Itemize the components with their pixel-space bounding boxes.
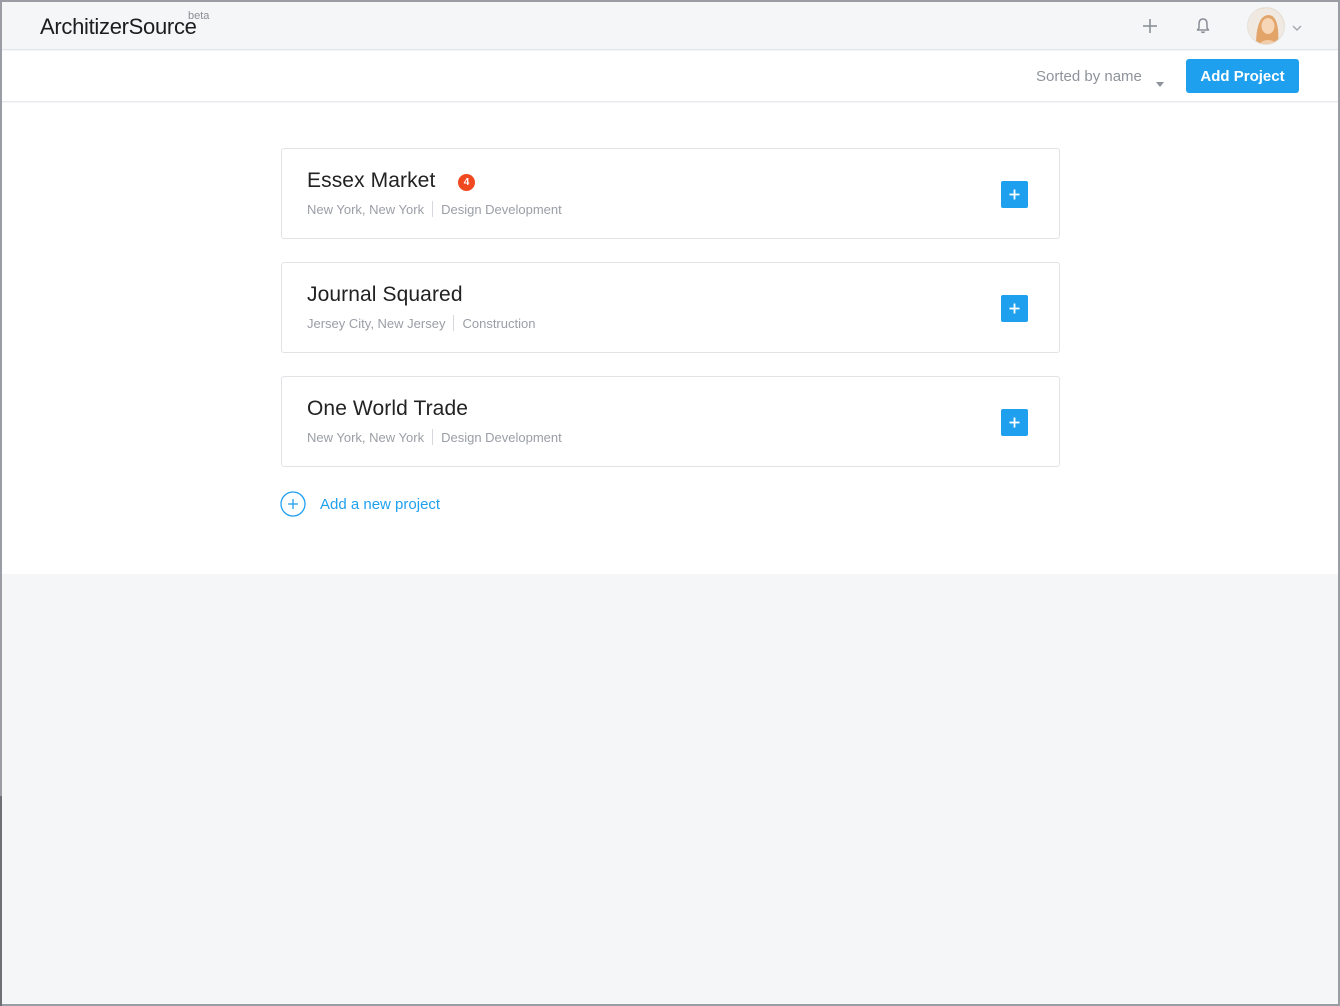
chevron-down-icon[interactable]	[1291, 20, 1303, 31]
project-list: Essex Market 4 New York, New York Design…	[2, 103, 1338, 574]
project-meta: Jersey City, New Jersey Construction	[307, 315, 535, 331]
add-to-project-button[interactable]	[1001, 295, 1028, 322]
project-meta: New York, New York Design Development	[307, 201, 562, 217]
meta-divider	[453, 315, 455, 331]
meta-divider	[432, 429, 434, 445]
project-title[interactable]: Journal Squared	[307, 283, 463, 307]
bell-icon[interactable]	[1192, 15, 1214, 37]
sort-dropdown[interactable]: Sorted by name	[1036, 68, 1142, 85]
top-navbar: ArchitizerSource beta	[2, 2, 1338, 50]
add-to-project-button[interactable]	[1001, 181, 1028, 208]
project-phase: Design Development	[441, 429, 562, 445]
add-project-button[interactable]: Add Project	[1186, 59, 1299, 93]
notification-badge: 4	[458, 174, 475, 191]
project-phase: Design Development	[441, 201, 562, 217]
add-new-project-label[interactable]: Add a new project	[320, 496, 440, 513]
project-phase: Construction	[462, 315, 536, 331]
plus-circle-icon[interactable]	[280, 491, 306, 517]
project-location: New York, New York	[307, 429, 425, 445]
project-toolbar: Sorted by name Add Project	[2, 51, 1338, 102]
project-title[interactable]: Essex Market	[307, 169, 435, 193]
add-to-project-button[interactable]	[1001, 409, 1028, 436]
app-window: ArchitizerSource beta Sorted by name Add…	[0, 0, 1340, 1006]
meta-divider	[432, 201, 434, 217]
project-card[interactable]: One World Trade New York, New York Desig…	[281, 376, 1060, 467]
avatar[interactable]	[1247, 7, 1285, 45]
app-logo[interactable]: ArchitizerSource	[40, 14, 197, 40]
project-meta: New York, New York Design Development	[307, 429, 562, 445]
beta-badge: beta	[188, 10, 210, 22]
caret-down-icon[interactable]	[1156, 74, 1164, 87]
project-card[interactable]: Essex Market 4 New York, New York Design…	[281, 148, 1060, 239]
project-card[interactable]: Journal Squared Jersey City, New Jersey …	[281, 262, 1060, 353]
project-location: Jersey City, New Jersey	[307, 315, 446, 331]
add-new-project-link[interactable]: Add a new project	[280, 491, 440, 517]
project-location: New York, New York	[307, 201, 425, 217]
project-title[interactable]: One World Trade	[307, 397, 468, 421]
plus-icon[interactable]	[1139, 15, 1161, 37]
